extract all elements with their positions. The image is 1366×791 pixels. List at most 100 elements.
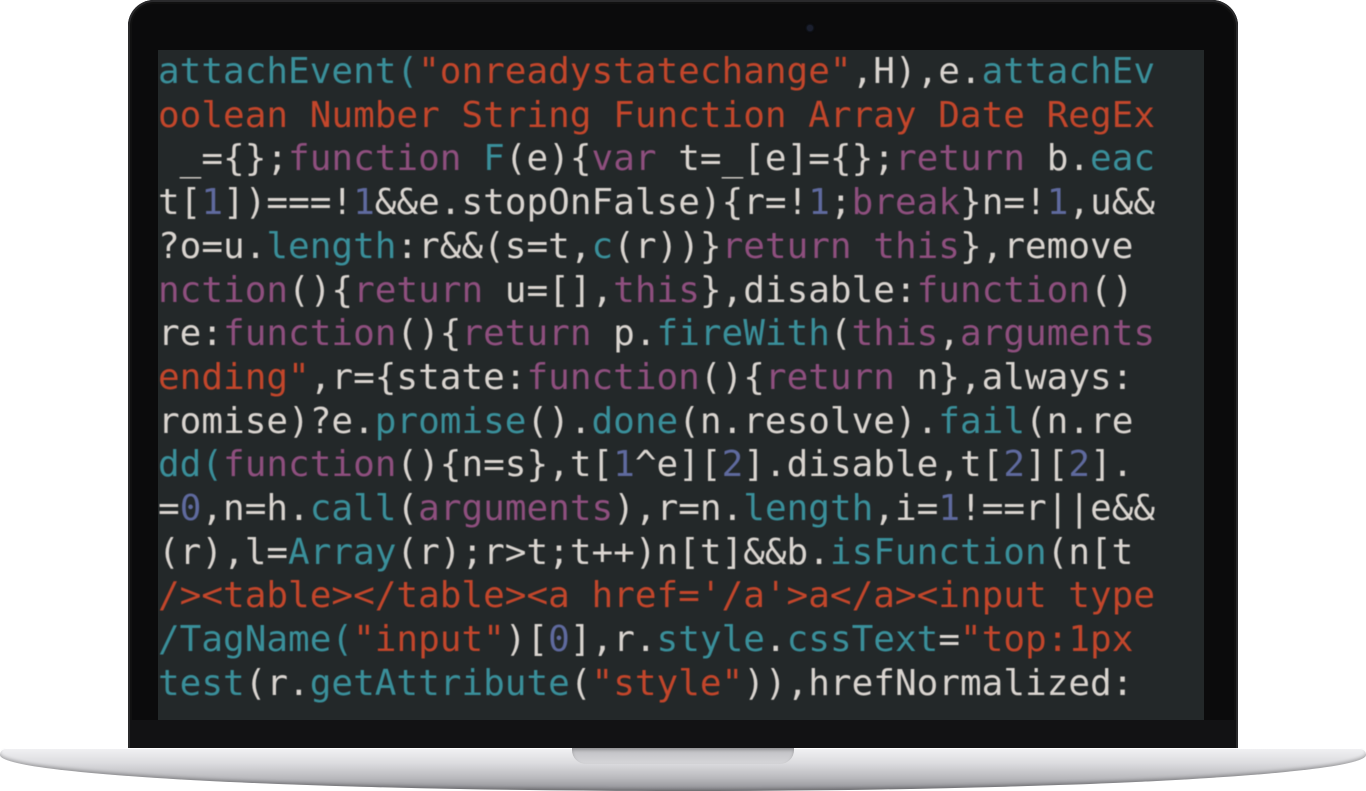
code-token: }n=!: [960, 182, 1047, 224]
code-token: b.: [1046, 138, 1091, 180]
code-token: ].: [1090, 444, 1134, 486]
code-token: ,u&&: [1068, 182, 1156, 224]
code-token: style: [656, 619, 765, 661]
code-token: test: [158, 662, 245, 704]
code-line: t[1])===!1&&e.stopOnFalse){r=!1;break}n=…: [158, 181, 1155, 225]
code-token: (: [829, 313, 852, 355]
code-line: (r),l=Array(r);r>t;t++)n[t]&&b.isFunctio…: [158, 531, 1133, 575]
code-token: romise)?e.: [158, 400, 375, 442]
code-token: nction: [158, 269, 289, 311]
code-token: },remove: [959, 225, 1134, 267]
code-token: this: [851, 313, 939, 355]
code-token: (e){: [504, 138, 592, 180]
code-line: romise)?e.promise().done(n.resolve).fail…: [158, 400, 1133, 444]
code-token: cssText: [786, 619, 939, 661]
code-token: (n[t: [1046, 531, 1134, 573]
code-token: ][: [1025, 444, 1069, 486]
code-line: /><table></table><a href='/a'>a</a><inpu…: [158, 574, 1155, 618]
laptop-screen: attachEvent("onreadystatechange",H),e.at…: [158, 50, 1204, 720]
code-token: ?o=u.: [158, 225, 267, 267]
code-token: function: [223, 444, 397, 486]
code-token: attachEv: [981, 51, 1156, 92]
code-token: )),hrefNormalized:: [743, 662, 1134, 704]
code-token: 2: [1068, 444, 1091, 486]
code-token: 1: [613, 444, 635, 486]
code-token: oolean Number String Function Array Date…: [158, 94, 1155, 136]
code-token: break: [851, 182, 961, 224]
code-token: call: [309, 488, 397, 529]
code-token: (){: [699, 356, 765, 398]
code-token: function: [916, 269, 1091, 311]
code-token: length: [266, 225, 397, 267]
code-line: ending",r={state:function(){return n},al…: [158, 356, 1133, 400]
code-token: this: [613, 269, 700, 311]
code-token: return: [461, 313, 614, 355]
code-line: dd(function(){n=s},t[1^e][2].disable,t[2…: [158, 443, 1133, 487]
code-line: =0,n=h.call(arguments),r=n.length,i=1!==…: [158, 487, 1155, 531]
code-token: (n.re: [1025, 400, 1134, 442]
code-token: ,r={state:: [309, 356, 527, 398]
code-token: 0: [548, 619, 570, 661]
code-token: ],r.: [569, 619, 657, 661]
code-token: p.: [613, 313, 657, 355]
code-token: (r),l=: [158, 531, 289, 573]
code-line: test(r.getAttribute("style")),hrefNormal…: [158, 662, 1133, 706]
code-token: n},always:: [916, 356, 1134, 398]
code-token: dd(: [158, 444, 224, 486]
code-token: =: [938, 619, 961, 661]
code-token: ,: [938, 313, 960, 355]
code-token: 1: [808, 182, 830, 224]
code-token: ].disable,t[: [743, 444, 1004, 486]
code-token: !==r||e&&: [960, 488, 1156, 529]
code-token: ,i=: [873, 488, 939, 529]
code-token: (): [1090, 269, 1134, 311]
code-token: 1: [201, 182, 224, 224]
code-token: function: [288, 138, 484, 180]
code-token: function: [526, 356, 700, 398]
code-token: ending": [158, 356, 310, 398]
code-token: Array: [288, 531, 397, 573]
code-token: 1: [938, 488, 961, 529]
code-token: F: [483, 138, 505, 180]
code-line: ?o=u.length:r&&(s=t,c(r))}return this},r…: [158, 225, 1133, 269]
code-token: isFunction: [829, 531, 1047, 573]
camera-icon: [807, 25, 813, 31]
code-line: attachEvent("onreadystatechange",H),e.at…: [158, 50, 1155, 94]
code-line: _={};function F(e){var t=_[e]={};return …: [158, 137, 1155, 181]
code-token: (){: [396, 313, 462, 355]
code-token: )[: [504, 619, 549, 661]
code-token: done: [591, 400, 679, 442]
code-token: 1: [353, 182, 375, 224]
code-token: return this: [721, 225, 960, 267]
code-token: ),r=n.: [613, 488, 744, 529]
code-token: function: [223, 313, 397, 355]
code-token: 1: [1046, 182, 1069, 224]
code-token: return: [764, 356, 917, 398]
code-token: fail: [938, 400, 1025, 442]
code-token: "input": [353, 619, 505, 661]
code-token: length: [743, 488, 874, 529]
code-token: return: [353, 269, 505, 311]
code-token: .: [764, 619, 787, 661]
code-token: (r.: [244, 662, 310, 704]
code-token: t=_[e]={};: [678, 138, 895, 180]
code-token: (r);r>t;t++)n[t]&&b.: [396, 531, 830, 573]
code-token: arguments: [418, 488, 614, 529]
code-token: :r&&(s=t,: [396, 225, 592, 267]
code-token: getAttribute: [309, 662, 570, 704]
code-token: _={};: [158, 138, 289, 180]
code-token: ;: [829, 182, 852, 224]
code-token: ])===!: [223, 182, 354, 224]
code-token: (: [569, 662, 592, 704]
code-token: ^e][: [634, 444, 722, 486]
code-token: var: [591, 138, 679, 180]
code-token: return: [894, 138, 1047, 180]
code-line: nction(){return u=[],this},disable:funct…: [158, 269, 1133, 313]
code-token: t[: [158, 182, 202, 224]
code-token: ,n=h.: [201, 488, 310, 529]
code-token: (r))}: [613, 225, 722, 267]
code-token: /><table></table><a href='/a'>a</a><inpu…: [158, 575, 1155, 617]
code-token: fireWith: [656, 313, 830, 355]
code-token: /TagName(: [158, 619, 354, 661]
lid-opening-notch: [572, 748, 794, 764]
